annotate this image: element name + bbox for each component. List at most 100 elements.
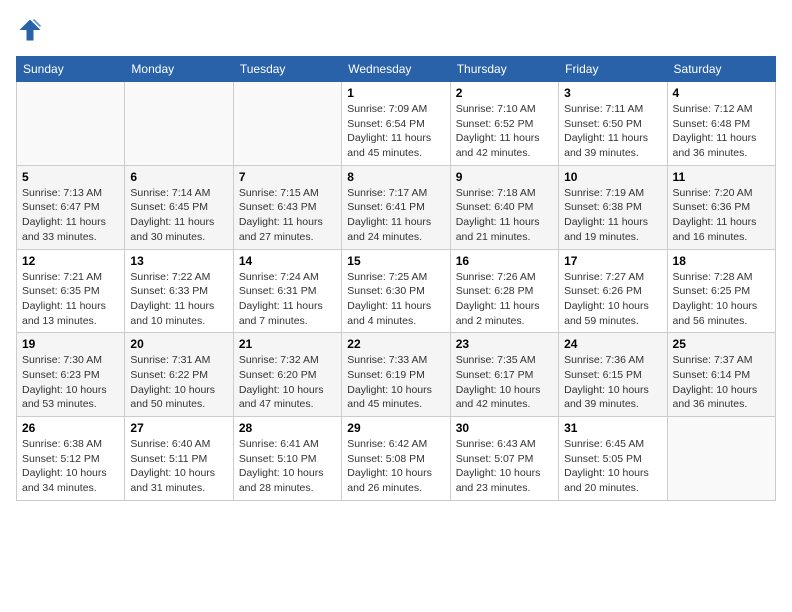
calendar-cell: 14 Sunrise: 7:24 AM Sunset: 6:31 PM Dayli… bbox=[233, 249, 341, 333]
day-info: Sunrise: 7:13 AM Sunset: 6:47 PM Dayligh… bbox=[22, 186, 119, 245]
calendar-cell: 5 Sunrise: 7:13 AM Sunset: 6:47 PM Daylig… bbox=[17, 165, 125, 249]
day-number: 4 bbox=[673, 86, 770, 100]
calendar-week-row: 5 Sunrise: 7:13 AM Sunset: 6:47 PM Daylig… bbox=[17, 165, 776, 249]
calendar-cell: 4Sunrise: 7:12 AM Sunset: 6:48 PM Daylig… bbox=[667, 82, 775, 166]
day-number: 15 bbox=[347, 254, 444, 268]
day-info: Sunrise: 7:10 AM Sunset: 6:52 PM Dayligh… bbox=[456, 102, 553, 161]
day-info: Sunrise: 6:41 AM Sunset: 5:10 PM Dayligh… bbox=[239, 437, 336, 496]
calendar-week-row: 26 Sunrise: 6:38 AM Sunset: 5:12 PM Dayli… bbox=[17, 417, 776, 501]
day-number: 29 bbox=[347, 421, 444, 435]
calendar-cell bbox=[17, 82, 125, 166]
calendar-cell: 25 Sunrise: 7:37 AM Sunset: 6:14 PM Dayli… bbox=[667, 333, 775, 417]
calendar-week-row: 19Sunrise: 7:30 AM Sunset: 6:23 PM Dayli… bbox=[17, 333, 776, 417]
day-number: 28 bbox=[239, 421, 336, 435]
day-info: Sunrise: 7:22 AM Sunset: 6:33 PM Dayligh… bbox=[130, 270, 227, 329]
day-info: Sunrise: 7:18 AM Sunset: 6:40 PM Dayligh… bbox=[456, 186, 553, 245]
day-info: Sunrise: 6:38 AM Sunset: 5:12 PM Dayligh… bbox=[22, 437, 119, 496]
calendar-cell: 6 Sunrise: 7:14 AM Sunset: 6:45 PM Daylig… bbox=[125, 165, 233, 249]
day-info: Sunrise: 7:36 AM Sunset: 6:15 PM Dayligh… bbox=[564, 353, 661, 412]
day-info: Sunrise: 7:24 AM Sunset: 6:31 PM Dayligh… bbox=[239, 270, 336, 329]
day-info: Sunrise: 6:42 AM Sunset: 5:08 PM Dayligh… bbox=[347, 437, 444, 496]
day-info: Sunrise: 7:15 AM Sunset: 6:43 PM Dayligh… bbox=[239, 186, 336, 245]
day-info: Sunrise: 7:33 AM Sunset: 6:19 PM Dayligh… bbox=[347, 353, 444, 412]
day-number: 9 bbox=[456, 170, 553, 184]
calendar-cell: 9 Sunrise: 7:18 AM Sunset: 6:40 PM Daylig… bbox=[450, 165, 558, 249]
day-number: 27 bbox=[130, 421, 227, 435]
calendar-cell: 23 Sunrise: 7:35 AM Sunset: 6:17 PM Dayli… bbox=[450, 333, 558, 417]
day-number: 3 bbox=[564, 86, 661, 100]
day-number: 18 bbox=[673, 254, 770, 268]
day-number: 30 bbox=[456, 421, 553, 435]
day-info: Sunrise: 7:19 AM Sunset: 6:38 PM Dayligh… bbox=[564, 186, 661, 245]
day-number: 8 bbox=[347, 170, 444, 184]
calendar-cell: 28 Sunrise: 6:41 AM Sunset: 5:10 PM Dayli… bbox=[233, 417, 341, 501]
calendar-cell: 2 Sunrise: 7:10 AM Sunset: 6:52 PM Daylig… bbox=[450, 82, 558, 166]
calendar-cell: 15 Sunrise: 7:25 AM Sunset: 6:30 PM Dayli… bbox=[342, 249, 450, 333]
day-number: 5 bbox=[22, 170, 119, 184]
calendar-cell: 27 Sunrise: 6:40 AM Sunset: 5:11 PM Dayli… bbox=[125, 417, 233, 501]
logo-icon bbox=[16, 16, 44, 44]
day-info: Sunrise: 6:45 AM Sunset: 5:05 PM Dayligh… bbox=[564, 437, 661, 496]
calendar-cell: 21 Sunrise: 7:32 AM Sunset: 6:20 PM Dayli… bbox=[233, 333, 341, 417]
calendar-cell: 12Sunrise: 7:21 AM Sunset: 6:35 PM Dayli… bbox=[17, 249, 125, 333]
weekday-header: Tuesday bbox=[233, 57, 341, 82]
weekday-header: Saturday bbox=[667, 57, 775, 82]
calendar-cell: 17 Sunrise: 7:27 AM Sunset: 6:26 PM Dayli… bbox=[559, 249, 667, 333]
day-number: 25 bbox=[673, 337, 770, 351]
calendar-cell: 7 Sunrise: 7:15 AM Sunset: 6:43 PM Daylig… bbox=[233, 165, 341, 249]
calendar-cell: 13 Sunrise: 7:22 AM Sunset: 6:33 PM Dayli… bbox=[125, 249, 233, 333]
calendar-cell: 18 Sunrise: 7:28 AM Sunset: 6:25 PM Dayli… bbox=[667, 249, 775, 333]
day-info: Sunrise: 6:43 AM Sunset: 5:07 PM Dayligh… bbox=[456, 437, 553, 496]
day-info: Sunrise: 7:09 AM Sunset: 6:54 PM Dayligh… bbox=[347, 102, 444, 161]
day-info: Sunrise: 7:31 AM Sunset: 6:22 PM Dayligh… bbox=[130, 353, 227, 412]
day-number: 22 bbox=[347, 337, 444, 351]
day-info: Sunrise: 7:17 AM Sunset: 6:41 PM Dayligh… bbox=[347, 186, 444, 245]
calendar-week-row: 1 Sunrise: 7:09 AM Sunset: 6:54 PM Daylig… bbox=[17, 82, 776, 166]
day-info: Sunrise: 7:35 AM Sunset: 6:17 PM Dayligh… bbox=[456, 353, 553, 412]
day-number: 17 bbox=[564, 254, 661, 268]
calendar-table: SundayMondayTuesdayWednesdayThursdayFrid… bbox=[16, 56, 776, 501]
day-number: 23 bbox=[456, 337, 553, 351]
day-number: 21 bbox=[239, 337, 336, 351]
day-number: 1 bbox=[347, 86, 444, 100]
calendar-cell: 22 Sunrise: 7:33 AM Sunset: 6:19 PM Dayli… bbox=[342, 333, 450, 417]
day-info: Sunrise: 7:32 AM Sunset: 6:20 PM Dayligh… bbox=[239, 353, 336, 412]
calendar-cell: 11Sunrise: 7:20 AM Sunset: 6:36 PM Dayli… bbox=[667, 165, 775, 249]
day-info: Sunrise: 7:25 AM Sunset: 6:30 PM Dayligh… bbox=[347, 270, 444, 329]
day-number: 24 bbox=[564, 337, 661, 351]
calendar-cell bbox=[233, 82, 341, 166]
calendar-cell: 10Sunrise: 7:19 AM Sunset: 6:38 PM Dayli… bbox=[559, 165, 667, 249]
calendar-week-row: 12Sunrise: 7:21 AM Sunset: 6:35 PM Dayli… bbox=[17, 249, 776, 333]
day-info: Sunrise: 7:27 AM Sunset: 6:26 PM Dayligh… bbox=[564, 270, 661, 329]
weekday-header: Friday bbox=[559, 57, 667, 82]
page-header bbox=[16, 16, 776, 44]
calendar-cell: 3 Sunrise: 7:11 AM Sunset: 6:50 PM Daylig… bbox=[559, 82, 667, 166]
weekday-header: Wednesday bbox=[342, 57, 450, 82]
day-number: 7 bbox=[239, 170, 336, 184]
day-info: Sunrise: 7:28 AM Sunset: 6:25 PM Dayligh… bbox=[673, 270, 770, 329]
day-number: 13 bbox=[130, 254, 227, 268]
day-number: 26 bbox=[22, 421, 119, 435]
day-number: 11 bbox=[673, 170, 770, 184]
weekday-header: Monday bbox=[125, 57, 233, 82]
day-number: 12 bbox=[22, 254, 119, 268]
calendar-cell: 19Sunrise: 7:30 AM Sunset: 6:23 PM Dayli… bbox=[17, 333, 125, 417]
day-number: 6 bbox=[130, 170, 227, 184]
day-number: 14 bbox=[239, 254, 336, 268]
calendar-cell: 1 Sunrise: 7:09 AM Sunset: 6:54 PM Daylig… bbox=[342, 82, 450, 166]
calendar-cell: 24 Sunrise: 7:36 AM Sunset: 6:15 PM Dayli… bbox=[559, 333, 667, 417]
calendar-cell: 26 Sunrise: 6:38 AM Sunset: 5:12 PM Dayli… bbox=[17, 417, 125, 501]
calendar-cell: 31 Sunrise: 6:45 AM Sunset: 5:05 PM Dayli… bbox=[559, 417, 667, 501]
day-number: 19 bbox=[22, 337, 119, 351]
calendar-cell: 29 Sunrise: 6:42 AM Sunset: 5:08 PM Dayli… bbox=[342, 417, 450, 501]
day-number: 2 bbox=[456, 86, 553, 100]
day-info: Sunrise: 7:14 AM Sunset: 6:45 PM Dayligh… bbox=[130, 186, 227, 245]
weekday-header: Thursday bbox=[450, 57, 558, 82]
day-number: 31 bbox=[564, 421, 661, 435]
day-info: Sunrise: 7:11 AM Sunset: 6:50 PM Dayligh… bbox=[564, 102, 661, 161]
day-info: Sunrise: 7:37 AM Sunset: 6:14 PM Dayligh… bbox=[673, 353, 770, 412]
logo bbox=[16, 16, 48, 44]
day-number: 20 bbox=[130, 337, 227, 351]
day-info: Sunrise: 6:40 AM Sunset: 5:11 PM Dayligh… bbox=[130, 437, 227, 496]
calendar-cell bbox=[667, 417, 775, 501]
